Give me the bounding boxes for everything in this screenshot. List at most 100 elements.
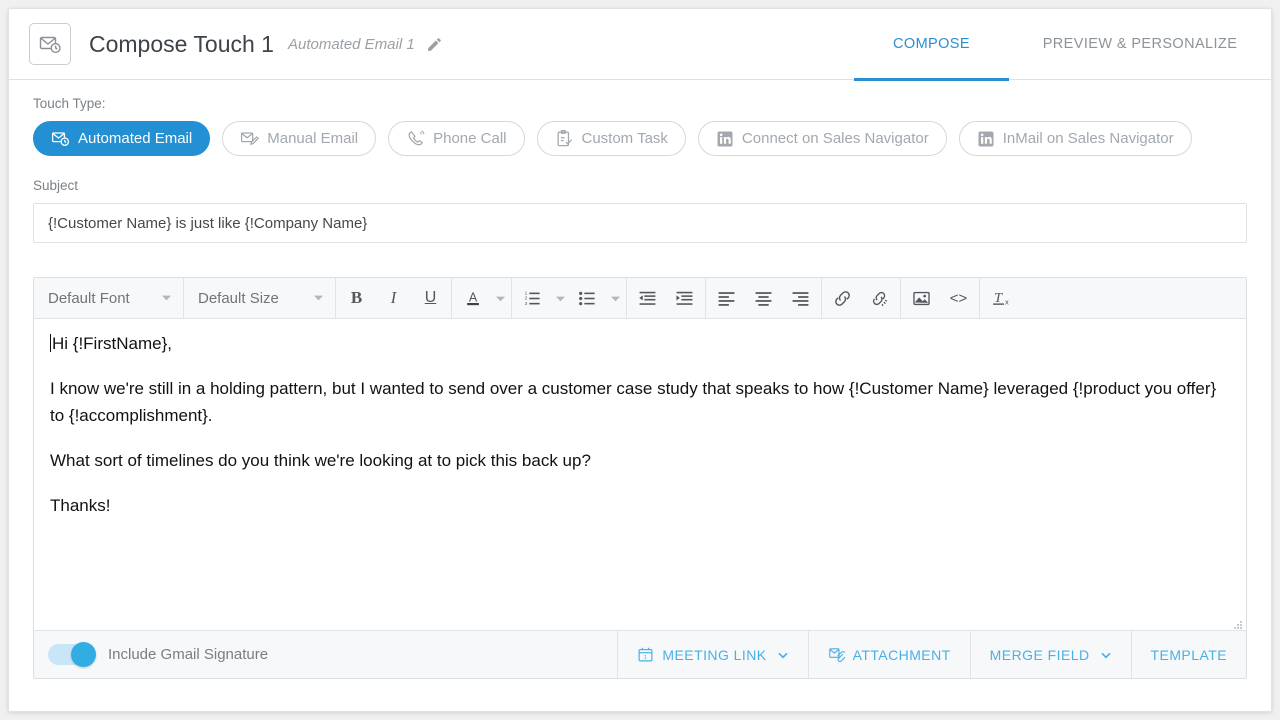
bulleted-list-icon[interactable] [569,278,606,319]
clear-formatting-icon[interactable]: T x [982,278,1019,319]
linkedin-icon [716,130,734,148]
svg-text:x: x [1004,298,1008,307]
email-body-editor[interactable]: Hi {!FirstName}, I know we're still in a… [34,319,1246,630]
chevron-down-icon[interactable] [491,278,509,319]
email-body-line-1: Hi {!FirstName}, [50,334,172,353]
pill-label: Connect on Sales Navigator [741,130,929,147]
editor-footer: Include Gmail Signature 1 MEETING LINK A… [34,630,1246,678]
touch-type-automated-email[interactable]: Automated Email [33,121,211,156]
font-color-icon[interactable]: A [454,278,491,319]
font-size-value: Default Size [198,289,279,307]
font-family-value: Default Font [48,289,130,307]
email-body-line-3: What sort of timelines do you think we'r… [50,451,591,471]
italic-button[interactable]: I [375,278,412,319]
image-icon[interactable] [903,278,940,319]
page-subtitle: Automated Email 1 [287,35,415,53]
template-label: TEMPLATE [1150,646,1227,663]
source-code-icon[interactable]: <> [940,278,977,319]
touch-type-options: Automated Email Manual Email Phone Call … [33,121,1247,156]
outdent-icon[interactable] [629,278,666,319]
chevron-down-icon [1100,649,1112,661]
page-header: Compose Touch 1 Automated Email 1 COMPOS… [9,9,1271,81]
touch-type-connect-sales-navigator[interactable]: Connect on Sales Navigator [697,121,947,156]
text-cursor [50,334,51,352]
subject-block: Subject [33,178,1247,243]
meeting-link-button[interactable]: 1 MEETING LINK [617,631,807,678]
toolbar-group-style: B I U [336,278,452,318]
header-tabs: COMPOSE PREVIEW & PERSONALIZE [854,9,1271,81]
touch-type-manual-email[interactable]: Manual Email [222,121,377,156]
email-body-line-4: Thanks! [50,496,111,516]
editor-toolbar: Default Font Default Size B I U A 1 2 3 … [34,278,1246,319]
svg-text:2: 2 [525,295,528,301]
touch-type-inmail-sales-navigator[interactable]: InMail on Sales Navigator [958,121,1192,156]
pill-label: Manual Email [267,130,359,147]
merge-field-label: MERGE FIELD [989,646,1090,663]
touch-type-phone-call[interactable]: Phone Call [388,121,525,156]
page-title: Compose Touch 1 [89,30,274,57]
underline-button[interactable]: U [412,278,449,319]
rich-text-editor: Default Font Default Size B I U A 1 2 3 … [33,277,1247,679]
svg-text:A: A [468,290,477,304]
attachment-label: ATTACHMENT [852,646,951,663]
svg-text:3: 3 [525,300,528,306]
include-gmail-signature-toggle[interactable] [48,642,96,667]
font-size-select[interactable]: Default Size [186,278,333,318]
chevron-down-icon[interactable] [551,278,569,319]
linkedin-icon [977,130,995,148]
template-button[interactable]: TEMPLATE [1130,631,1246,678]
toolbar-group-indent [627,278,706,318]
tab-compose[interactable]: COMPOSE [854,9,1009,81]
toolbar-group-lists: 1 2 3 [512,278,627,318]
svg-text:1: 1 [525,290,528,296]
subject-input[interactable] [33,203,1247,243]
toggle-knob [71,642,96,667]
align-left-icon[interactable] [708,278,745,319]
email-body-line-2: I know we're still in a holding pattern,… [50,379,1217,425]
email-clock-icon [29,23,71,65]
phone-icon [406,129,425,148]
toolbar-group-clear: T x [980,278,1021,318]
toolbar-group-insert: <> [901,278,980,318]
attachment-icon [828,646,845,663]
subject-label: Subject [33,178,79,193]
touch-type-custom-task[interactable]: Custom Task [536,121,686,156]
email-clock-icon [51,129,70,148]
link-icon[interactable] [824,278,861,319]
unlink-icon[interactable] [861,278,898,319]
svg-text:1: 1 [644,655,647,661]
toolbar-group-font: Default Font [34,278,184,318]
toolbar-group-color: A [452,278,512,318]
pill-label: Automated Email [78,130,193,147]
merge-field-button[interactable]: MERGE FIELD [969,631,1131,678]
touch-type-label: Touch Type: [33,96,106,111]
numbered-list-icon[interactable]: 1 2 3 [514,278,551,319]
align-right-icon[interactable] [782,278,819,319]
gmail-signature-zone: Include Gmail Signature [34,631,617,678]
chevron-down-icon [313,290,324,307]
bold-button[interactable]: B [338,278,375,319]
pill-label: Custom Task [581,130,668,147]
toolbar-group-size: Default Size [184,278,336,318]
tab-preview-personalize[interactable]: PREVIEW & PERSONALIZE [1009,9,1271,81]
calendar-icon: 1 [637,646,654,663]
include-gmail-signature-label: Include Gmail Signature [108,646,269,663]
meeting-link-label: MEETING LINK [662,646,767,663]
attachment-button[interactable]: ATTACHMENT [807,631,970,678]
resize-handle[interactable] [1231,615,1243,629]
clipboard-check-icon [555,129,574,148]
pencil-icon[interactable] [426,36,443,53]
toolbar-group-link [822,278,901,318]
chevron-down-icon [161,290,172,307]
compose-body: Touch Type: Automated Email Manual Email… [9,80,1271,679]
pill-label: InMail on Sales Navigator [1002,130,1174,147]
toolbar-group-align [706,278,822,318]
compose-touch-card: Compose Touch 1 Automated Email 1 COMPOS… [8,8,1272,712]
indent-icon[interactable] [666,278,703,319]
email-pencil-icon [240,129,260,148]
pill-label: Phone Call [433,130,507,147]
chevron-down-icon [777,649,789,661]
align-center-icon[interactable] [745,278,782,319]
chevron-down-icon[interactable] [606,278,624,319]
font-family-select[interactable]: Default Font [36,278,181,318]
